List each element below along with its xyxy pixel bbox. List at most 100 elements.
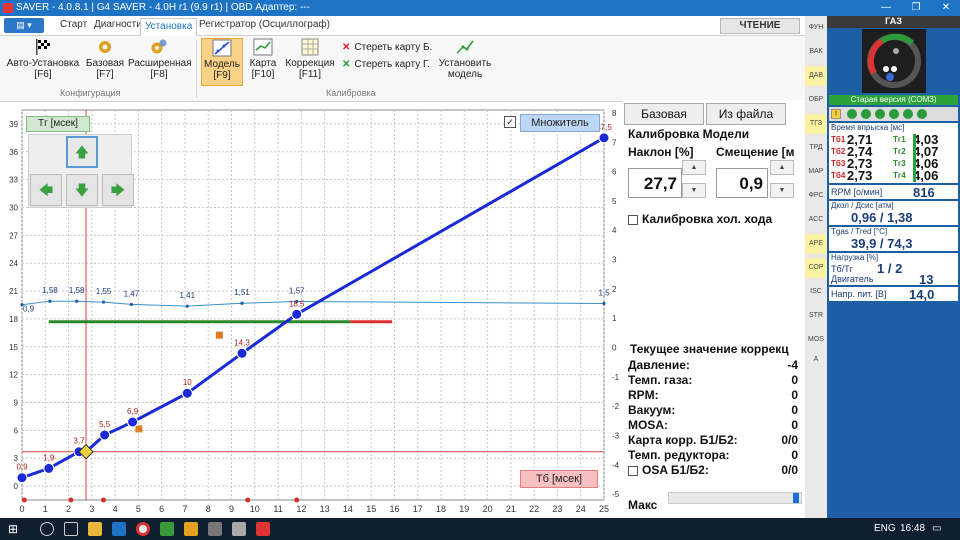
multiplier-point-label: 1,58 bbox=[69, 286, 85, 295]
side-tabs: ФУН ВАК ДАВ ОБР ТГЗ ТРД МАР ФРС АСС АРЕ СОР ISC STR M… bbox=[805, 16, 827, 518]
side-tab[interactable]: MOS A bbox=[805, 330, 827, 363]
slider-thumb[interactable] bbox=[793, 493, 799, 503]
language-indicator[interactable]: ENG bbox=[874, 523, 896, 534]
tab-setup[interactable]: Установка bbox=[140, 18, 198, 36]
checkered-flag-icon bbox=[36, 39, 50, 55]
erase-map-b-button[interactable]: ✕ Стереть карту Б. bbox=[342, 42, 432, 53]
side-tab[interactable]: СОР bbox=[805, 258, 827, 278]
set-model-button[interactable]: Установить модель bbox=[434, 38, 496, 86]
multiplier-point-label: 1,47 bbox=[124, 289, 140, 298]
slope-up-button[interactable]: ▲ bbox=[682, 160, 706, 175]
base-button[interactable]: Базовая [F7] bbox=[84, 38, 126, 86]
x-tick-label: 18 bbox=[436, 504, 446, 514]
model-button[interactable]: Модель [F9] bbox=[201, 38, 243, 86]
x-axis-marker bbox=[294, 497, 300, 503]
calibration-panel: Базовая Из файла Калибровка Модели Накло… bbox=[622, 100, 805, 518]
info-panel: ГАЗ Старая версия (COM3) ! Время впрыска… bbox=[827, 16, 960, 518]
set-model-label-2: модель bbox=[447, 69, 483, 80]
side-tab[interactable]: ФУН bbox=[805, 18, 827, 38]
idle-calib-checkbox[interactable]: Калибровка хол. хода bbox=[628, 212, 772, 226]
checkbox-icon[interactable] bbox=[628, 465, 638, 476]
side-tab[interactable]: ДАВ bbox=[805, 66, 827, 86]
clock[interactable]: 16:48 bbox=[900, 523, 925, 534]
voltage-label: Напр. пит. [В] bbox=[831, 289, 887, 299]
minimize-button[interactable]: — bbox=[872, 0, 900, 16]
right-arrow-button[interactable]: 🡆 bbox=[102, 174, 134, 206]
gauge-icon bbox=[867, 33, 921, 88]
down-arrow-button[interactable]: 🡇 bbox=[66, 174, 98, 206]
side-tab[interactable]: ВАК bbox=[805, 42, 827, 62]
model-chart[interactable]: 0 1 2 3 4 5 6 7 8 9 10 11 12 13 14 15 16 17 18 19 20 21 22 23 24… bbox=[0, 106, 620, 518]
read-button[interactable]: ЧТЕНИЕ bbox=[720, 18, 800, 34]
side-tab[interactable]: ОБР bbox=[805, 90, 827, 110]
x-tick-label: 20 bbox=[483, 504, 493, 514]
x-tick-label: 11 bbox=[273, 504, 282, 514]
checkbox-icon bbox=[628, 214, 638, 225]
tg-point-label: 6,9 bbox=[127, 407, 139, 416]
y2-tick-label: -2 bbox=[612, 402, 620, 411]
tb-label: Тб2 bbox=[831, 146, 847, 158]
app-menu-button[interactable]: ▤ ▾ bbox=[4, 18, 44, 33]
extended-button[interactable]: Расширенная [F8] bbox=[128, 38, 192, 86]
side-tab[interactable]: МАР bbox=[805, 162, 827, 182]
offset-down-button[interactable]: ▼ bbox=[770, 183, 794, 198]
up-arrow-button[interactable]: 🡅 bbox=[66, 136, 98, 168]
correction-row: RPM: 0 bbox=[628, 388, 800, 402]
side-tab[interactable]: АРЕ bbox=[805, 234, 827, 254]
saver-app-icon[interactable] bbox=[256, 522, 270, 536]
side-tab[interactable]: ТРД bbox=[805, 138, 827, 158]
multiplier-point-label: 1,41 bbox=[179, 291, 195, 300]
correction-row: MOSA: 0 bbox=[628, 418, 800, 432]
close-button[interactable]: ✕ bbox=[932, 0, 960, 16]
app-icon[interactable] bbox=[208, 522, 222, 536]
multiplier-point bbox=[602, 301, 606, 306]
title-bar: SAVER - 4.0.8.1 | G4 SAVER - 4.0H r1 (9.… bbox=[0, 0, 960, 16]
task-view-icon[interactable] bbox=[64, 522, 78, 536]
y-tick-label: 24 bbox=[9, 259, 18, 268]
auto-setup-button[interactable]: Авто-Установка [F6] bbox=[6, 38, 80, 86]
x-axis-marker bbox=[100, 497, 106, 503]
tab-start[interactable]: Старт bbox=[60, 19, 87, 30]
app-icon[interactable] bbox=[184, 522, 198, 536]
offset-up-button[interactable]: ▲ bbox=[770, 160, 794, 175]
offset-input[interactable]: 0,9 bbox=[716, 168, 768, 198]
chrome-icon[interactable] bbox=[136, 522, 150, 536]
multiplier-checkbox[interactable]: ✓ bbox=[504, 116, 516, 128]
correction-button[interactable]: Коррекция [F11] bbox=[284, 38, 336, 86]
search-icon[interactable] bbox=[40, 522, 54, 536]
app-icon[interactable] bbox=[160, 522, 174, 536]
slope-down-button[interactable]: ▼ bbox=[682, 183, 706, 198]
map-button[interactable]: Карта [F10] bbox=[246, 38, 280, 86]
tg-value: 4,06 bbox=[913, 169, 957, 182]
slope-input[interactable]: 27,7 bbox=[628, 168, 682, 198]
notification-icon[interactable]: ▭ bbox=[932, 523, 941, 534]
file-explorer-icon[interactable] bbox=[88, 522, 102, 536]
from-file-button[interactable]: Из файла bbox=[706, 103, 786, 125]
correction-row: Вакуум: 0 bbox=[628, 403, 800, 417]
tg-point bbox=[236, 347, 248, 359]
side-tab[interactable]: ISC bbox=[805, 282, 827, 302]
side-tab[interactable]: STR bbox=[805, 306, 827, 326]
maximize-button[interactable]: ❐ bbox=[902, 0, 930, 16]
tg-point bbox=[598, 132, 610, 144]
side-tab[interactable]: ФРС bbox=[805, 186, 827, 206]
side-tab[interactable]: ТГЗ bbox=[805, 114, 827, 134]
tab-recorder[interactable]: Регистратор (Осциллограф) bbox=[199, 19, 330, 30]
x-tick-label: 3 bbox=[89, 504, 94, 514]
rpm-block: RPM [о/мин] 816 bbox=[829, 185, 958, 200]
max-slider[interactable] bbox=[668, 492, 802, 504]
tg-label: Тг1 bbox=[893, 134, 911, 146]
gauge bbox=[862, 29, 926, 93]
left-arrow-button[interactable]: 🡄 bbox=[30, 174, 62, 206]
tb-label: Тб1 bbox=[831, 134, 847, 146]
multiplier-point bbox=[101, 300, 106, 304]
base-calib-button[interactable]: Базовая bbox=[624, 103, 704, 125]
table-icon bbox=[301, 38, 319, 56]
side-tab[interactable]: АСС bbox=[805, 210, 827, 230]
set-model-label-1: Установить bbox=[438, 58, 492, 69]
erase-map-g-button[interactable]: ✕ Стереть карту Г. bbox=[342, 59, 430, 70]
ribbon-separator bbox=[196, 40, 197, 98]
edge-icon[interactable] bbox=[112, 522, 126, 536]
app-icon[interactable] bbox=[232, 522, 246, 536]
windows-start-icon[interactable]: ⊞ bbox=[8, 522, 22, 536]
